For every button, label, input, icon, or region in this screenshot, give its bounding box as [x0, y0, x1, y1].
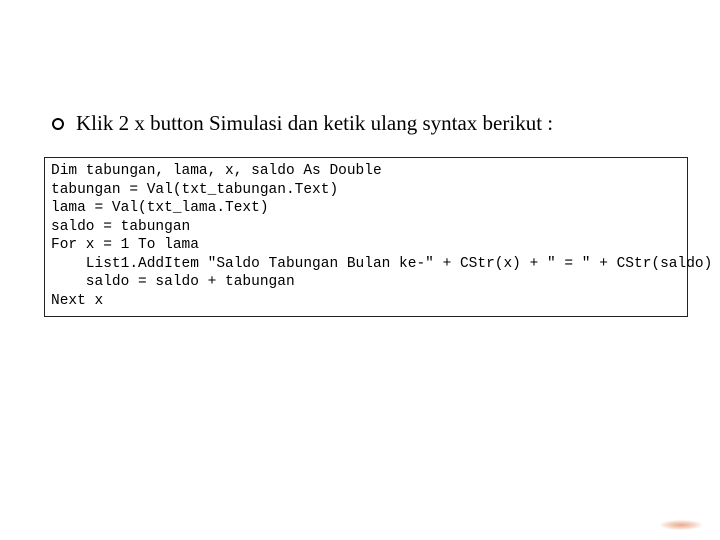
code-line: For x = 1 To lama [51, 237, 199, 253]
code-line: saldo = tabungan [51, 219, 190, 235]
bullet-circle-icon [52, 118, 64, 130]
slide: Klik 2 x button Simulasi dan ketik ulang… [0, 0, 720, 540]
code-line: List1.AddItem "Saldo Tabungan Bulan ke-"… [51, 256, 712, 272]
bullet-row: Klik 2 x button Simulasi dan ketik ulang… [52, 112, 696, 135]
footer-accent-icon [660, 520, 702, 530]
code-line: Dim tabungan, lama, x, saldo As Double [51, 163, 382, 179]
code-line: tabungan = Val(txt_tabungan.Text) [51, 182, 338, 198]
code-line: Next x [51, 293, 103, 309]
code-line: lama = Val(txt_lama.Text) [51, 200, 269, 216]
bullet-text: Klik 2 x button Simulasi dan ketik ulang… [76, 112, 553, 135]
code-block: Dim tabungan, lama, x, saldo As Double t… [44, 157, 688, 317]
code-line: saldo = saldo + tabungan [51, 274, 295, 290]
